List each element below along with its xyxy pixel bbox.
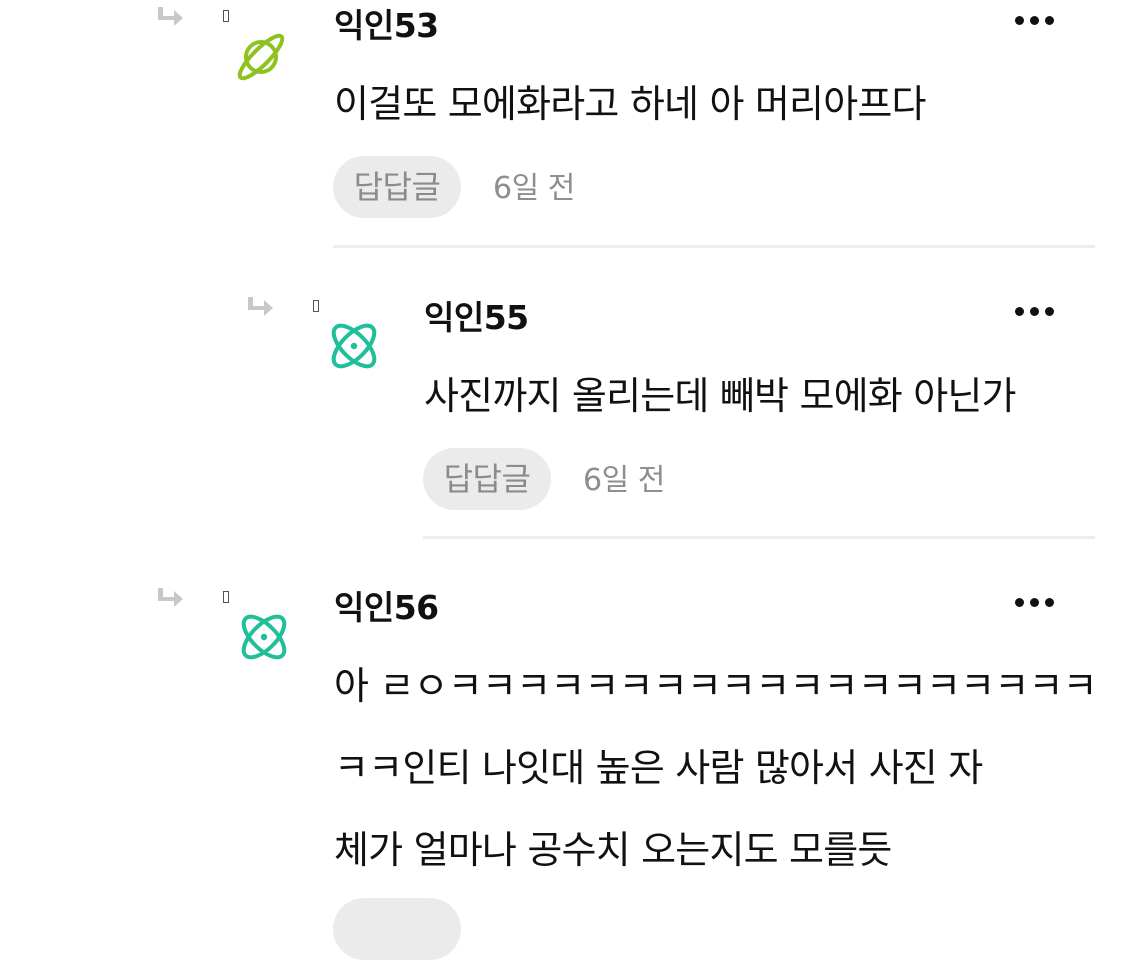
comment-divider (333, 245, 1095, 248)
more-options-icon[interactable] (1012, 590, 1058, 614)
more-options-icon[interactable] (1012, 8, 1058, 32)
comment-item: 익인53 이걸또 모에화라고 하네 아 머리아프다 답답글 6일 전 (0, 0, 1125, 250)
comment-item: 익인56 아 ㄹㅇㅋㅋㅋㅋㅋㅋㅋㅋㅋㅋㅋㅋㅋㅋㅋㅋㅋㅋㅋ ㅋㅋ인티 나잇대 높은… (0, 580, 1125, 960)
comment-author: 익인55 (424, 298, 529, 337)
atom-icon (331, 323, 377, 369)
reply-arrow-icon (158, 7, 183, 26)
depth-marker (223, 591, 229, 603)
depth-marker (223, 10, 229, 22)
reply-button-partial[interactable] (333, 898, 461, 960)
reply-arrow-icon (158, 588, 183, 607)
comment-body-line: 체가 얼마나 공수치 오는지도 모를듯 (334, 828, 892, 872)
depth-marker (313, 300, 319, 312)
comment-author: 익인53 (334, 6, 439, 45)
atom-icon (241, 614, 287, 660)
planet-icon (237, 33, 285, 81)
comment-body-line: ㅋㅋ인티 나잇대 높은 사람 많아서 사진 자 (334, 746, 983, 790)
comment-divider (423, 536, 1095, 539)
comment-timestamp: 6일 전 (493, 171, 575, 206)
reply-button[interactable]: 답답글 (333, 156, 461, 218)
comment-timestamp: 6일 전 (583, 463, 665, 498)
reply-button[interactable]: 답답글 (423, 448, 551, 510)
comment-body-line: 아 ㄹㅇㅋㅋㅋㅋㅋㅋㅋㅋㅋㅋㅋㅋㅋㅋㅋㅋㅋㅋㅋ (334, 664, 1098, 708)
comment-body: 사진까지 올리는데 빼박 모에화 아닌가 (424, 374, 1016, 418)
more-options-icon[interactable] (1012, 299, 1058, 323)
comment-item: 익인55 사진까지 올리는데 빼박 모에화 아닌가 답답글 6일 전 (0, 290, 1125, 540)
reply-arrow-icon (248, 297, 273, 316)
comment-author: 익인56 (334, 588, 439, 627)
comment-body: 이걸또 모에화라고 하네 아 머리아프다 (334, 82, 926, 126)
